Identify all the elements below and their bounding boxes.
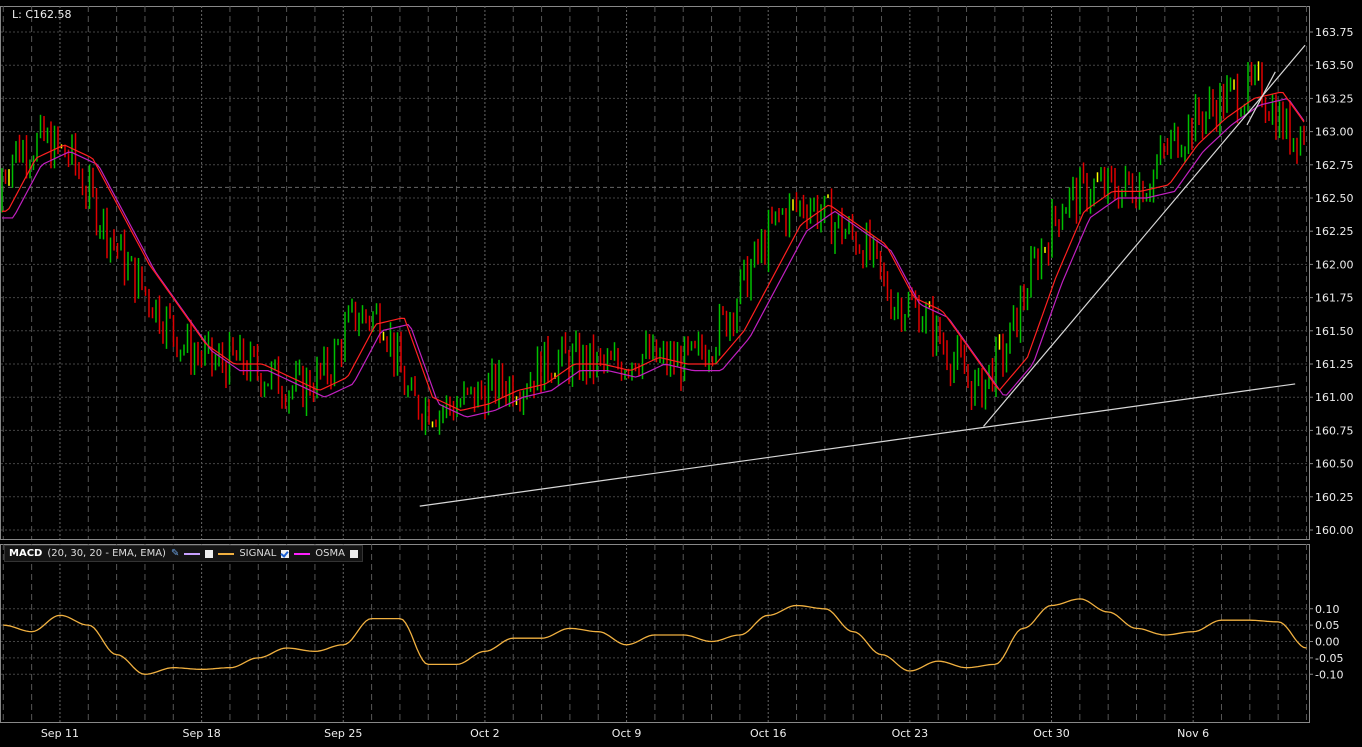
price-tick-label: 163.25 [1315,92,1354,105]
macd-tick-label: 0.10 [1315,603,1340,616]
date-tick-label: Oct 2 [470,727,500,740]
macd-tick-label: -0.10 [1315,668,1343,681]
settings-icon[interactable]: ✎ [171,548,179,559]
trendline [419,383,1296,507]
ema-slow-line [2,98,1305,418]
chart[interactable]: 160.00 160.25 160.50 160.75 161.00 161.25 161.… [0,0,1362,747]
date-tick-label: Oct 23 [892,727,929,740]
indicator-params: (20, 30, 20 - EMA, EMA) [47,548,166,559]
price-tick-label: 161.00 [1315,391,1354,404]
macd-toggle-checkbox[interactable] [205,549,214,558]
date-tick-label: Sep 11 [41,727,79,740]
date-tick-label: Sep 18 [182,727,220,740]
date-tick-label: Oct 16 [750,727,787,740]
trendline [983,44,1306,427]
last-price-label: L: C162.58 [12,8,72,21]
price-tick-label: 161.75 [1315,292,1354,305]
macd-tick-label: -0.05 [1315,652,1343,665]
price-tick-label: 161.50 [1315,325,1354,338]
signal-swatch [218,552,235,555]
indicator-name: MACD [9,548,43,559]
price-tick-label: 160.25 [1315,491,1354,504]
macd-swatch [184,552,201,555]
price-tick-label: 160.00 [1315,524,1354,537]
date-tick-label: Oct 9 [612,727,642,740]
signal-label: SIGNAL [239,548,277,559]
price-tick-label: 162.50 [1315,192,1354,205]
price-tick-label: 163.00 [1315,126,1354,139]
price-tick-label: 163.50 [1315,59,1354,72]
macd-tick-label: 0.05 [1315,619,1340,632]
price-tick-label: 161.25 [1315,358,1354,371]
signal-toggle-checkbox[interactable] [281,549,290,558]
macd-tick-label: 0.00 [1315,636,1340,649]
date-tick-label: Sep 25 [324,727,362,740]
osma-label: OSMA [315,548,345,559]
osma-toggle-checkbox[interactable] [349,549,358,558]
price-tick-label: 163.75 [1315,26,1354,39]
date-tick-label: Oct 30 [1033,727,1070,740]
macd-legend: MACD (20, 30, 20 - EMA, EMA) ✎ SIGNAL OS… [4,545,363,562]
price-tick-label: 162.75 [1315,159,1354,172]
osma-swatch [294,552,311,555]
price-tick-label: 162.00 [1315,258,1354,271]
price-tick-label: 160.75 [1315,424,1354,437]
date-tick-label: Nov 6 [1177,727,1209,740]
price-tick-label: 160.50 [1315,458,1354,471]
price-tick-label: 162.25 [1315,225,1354,238]
